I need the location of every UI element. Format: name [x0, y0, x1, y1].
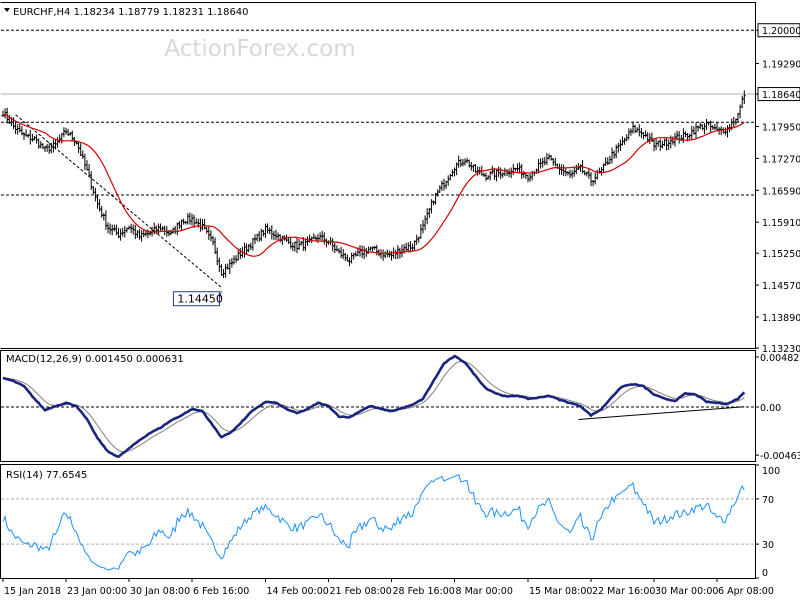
price-tick-label: 1.13890 — [762, 313, 800, 324]
watermark: ActionForex.com — [164, 36, 355, 62]
time-tick-label: 6 Apr 08:00 — [718, 586, 774, 597]
price-tick-label: 1.17950 — [762, 122, 800, 133]
time-tick-label: 28 Feb 16:00 — [393, 586, 455, 597]
macd-title: MACD(12,26,9) 0.001450 0.000631 — [6, 354, 184, 365]
time-tick-label: 15 Mar 08:00 — [529, 586, 592, 597]
rsi-tick-label: 30 — [762, 540, 774, 551]
time-tick-label: 30 Jan 08:00 — [130, 586, 190, 597]
time-tick-label: 15 Jan 2018 — [4, 586, 61, 597]
rsi-tick-label: 70 — [762, 495, 774, 506]
rsi-tick-label: 100 — [762, 466, 780, 477]
time-tick-label: 30 Mar 00:00 — [655, 586, 718, 597]
time-tick-label: 21 Feb 08:00 — [330, 586, 392, 597]
price-tick-label: 1.17270 — [762, 154, 800, 165]
time-tick-label: 8 Mar 00:00 — [456, 586, 513, 597]
low-label-text: 1.14450 — [177, 293, 223, 306]
price-tick-label: 1.14570 — [762, 281, 800, 292]
price-tick-label: 1.15910 — [762, 218, 800, 229]
macd-tick-label: 0.00 — [760, 403, 781, 414]
price-title-text: EURCHF,H4 1.18234 1.18779 1.18231 1.1864… — [13, 7, 249, 18]
price-tick-label: 1.19290 — [762, 60, 800, 71]
chart-background — [0, 0, 800, 600]
time-tick-label: 6 Feb 16:00 — [193, 586, 249, 597]
time-tick-label: 22 Mar 16:00 — [592, 586, 655, 597]
rsi-tick-label: 0 — [762, 568, 768, 579]
rsi-title: RSI(14) 77.6545 — [6, 470, 87, 481]
eurchf-h4-chart: ActionForex.com 1.14450 EURCHF,H4 1.1823… — [0, 0, 800, 600]
price-title: EURCHF,H4 1.18234 1.18779 1.18231 1.1864… — [4, 7, 249, 18]
time-tick-label: 14 Feb 00:00 — [267, 586, 329, 597]
price-tick-label: 1.15250 — [762, 249, 800, 260]
price-tick-label: 1.18640 — [762, 90, 800, 101]
macd-tick-label: 0.004827 — [760, 353, 800, 364]
time-tick-label: 23 Jan 00:00 — [67, 586, 127, 597]
price-tick-label: 1.20000 — [762, 26, 800, 37]
macd-tick-label: -0.004632 — [760, 451, 800, 462]
price-tick-label: 1.16590 — [762, 186, 800, 197]
low-label: 1.14450 — [172, 290, 223, 307]
